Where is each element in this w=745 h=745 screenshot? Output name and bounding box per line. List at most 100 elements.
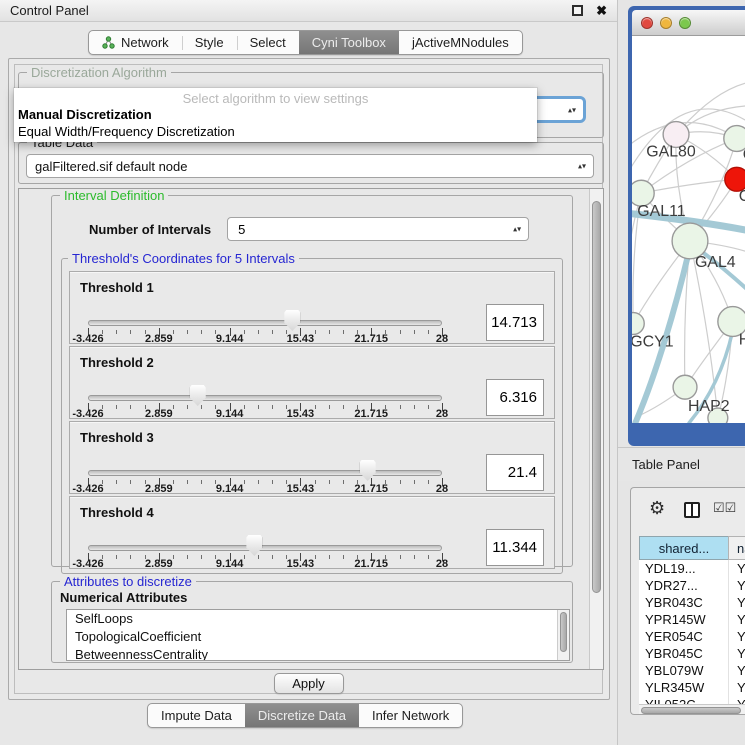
- table-row[interactable]: YIL052CYIL052C: [639, 696, 745, 704]
- column-header-name[interactable]: name: [728, 536, 745, 560]
- cell-shared-name: YDL19...: [639, 560, 728, 577]
- cell-shared-name: YPR145W: [639, 611, 728, 628]
- tab-label: Cyni Toolbox: [312, 35, 386, 50]
- table-row[interactable]: YBL079WYBL079W: [639, 662, 745, 679]
- network-node-gcy1[interactable]: [632, 313, 644, 335]
- threshold-value-field[interactable]: 14.713: [486, 304, 544, 341]
- table-row[interactable]: YDR27...YDR27...: [639, 577, 745, 594]
- threshold-title: Threshold 1: [80, 280, 154, 295]
- control-panel: Control Panel ✖ Network Style Select Cyni T…: [0, 0, 618, 745]
- columns-icon[interactable]: [684, 502, 700, 518]
- cell-name: YBR043C: [728, 594, 745, 611]
- cell-name: YBR045C: [728, 645, 745, 662]
- cell-shared-name: YBR045C: [639, 645, 728, 662]
- network-edge[interactable]: [641, 179, 737, 193]
- table-row[interactable]: YLR345WYLR345W: [639, 679, 745, 696]
- slider-tick-labels: -3.4262.8599.14415.4321.71528: [88, 333, 442, 345]
- slider-track[interactable]: [88, 545, 442, 551]
- number-of-intervals-value: 5: [238, 222, 245, 237]
- algorithm-option-equal-width-frequency-discretization[interactable]: Equal Width/Frequency Discretization: [18, 124, 235, 139]
- stepper-icon: ▴▾: [578, 164, 586, 169]
- table-row[interactable]: YBR043CYBR043C: [639, 594, 745, 611]
- tab-separator: [182, 36, 183, 50]
- attributes-legend: Attributes to discretize: [60, 574, 196, 589]
- tab-impute-data[interactable]: Impute Data: [148, 704, 245, 727]
- table-row[interactable]: YBR045CYBR045C: [639, 645, 745, 662]
- close-icon[interactable]: ✖: [596, 5, 607, 16]
- settings-scrollbar-thumb[interactable]: [592, 201, 601, 593]
- table-data-combobox[interactable]: galFiltered.sif default node ▴▾: [26, 154, 594, 178]
- float-window-icon[interactable]: [572, 5, 583, 16]
- close-traffic-light-icon[interactable]: [641, 17, 653, 29]
- slider-tick-labels: -3.4262.8599.14415.4321.71528: [88, 408, 442, 420]
- network-view[interactable]: GAL80GCGAL11GAL4GCY1HHAP2: [632, 36, 745, 423]
- tab-label: jActiveMNodules: [412, 35, 509, 50]
- tab-discretize-data[interactable]: Discretize Data: [245, 704, 359, 727]
- tab-style[interactable]: Style: [182, 31, 237, 54]
- table-rows: YDL19...YDL19...YDR27...YDR27...YBR043CY…: [639, 560, 745, 704]
- attribute-item-selfloops[interactable]: SelfLoops: [67, 610, 569, 628]
- tab-infer-network[interactable]: Infer Network: [359, 704, 462, 727]
- tab-label: Impute Data: [161, 708, 232, 723]
- tab-jactivemnodules[interactable]: jActiveMNodules: [399, 31, 522, 54]
- threshold-value-field[interactable]: 11.344: [486, 529, 544, 566]
- cell-shared-name: YDR27...: [639, 577, 728, 594]
- numerical-attributes-list: SelfLoopsTopologicalCoefficientBetweenne…: [66, 609, 570, 661]
- numerical-attributes-label: Numerical Attributes: [60, 590, 187, 605]
- table-row[interactable]: YPR145WYPR145W: [639, 611, 745, 628]
- checkbox-icons[interactable]: ☑☑: [713, 500, 736, 516]
- tab-cyni-toolbox[interactable]: Cyni Toolbox: [299, 31, 399, 54]
- table-panel-titlebar: Table Panel: [618, 447, 745, 481]
- table-row[interactable]: YDL19...YDL19...: [639, 560, 745, 577]
- slider-tick-labels: -3.4262.8599.14415.4321.71528: [88, 558, 442, 570]
- attributes-group: Attributes to discretize Numerical Attri…: [51, 581, 573, 663]
- tab-label: Style: [195, 35, 224, 50]
- list-scrollbar-thumb[interactable]: [560, 612, 567, 652]
- column-header-shared[interactable]: shared...: [639, 536, 729, 560]
- table-panel: ⚙ ☑☑ shared... name YDL19...YDL19...YDR2…: [630, 487, 745, 715]
- attribute-item-betweennesscentrality[interactable]: BetweennessCentrality: [67, 646, 569, 661]
- stepper-icon: ▴▾: [568, 107, 576, 112]
- attribute-item-topologicalcoefficient[interactable]: TopologicalCoefficient: [67, 628, 569, 646]
- zoom-traffic-light-icon[interactable]: [679, 17, 691, 29]
- algorithm-hint: Select algorithm to view settings: [14, 91, 537, 106]
- number-of-intervals-combobox[interactable]: 5 ▴▾: [227, 217, 529, 241]
- network-node-label: C: [739, 188, 745, 205]
- minimize-traffic-light-icon[interactable]: [660, 17, 672, 29]
- stepper-icon: ▴▾: [513, 227, 521, 232]
- slider-track[interactable]: [88, 320, 442, 326]
- cell-shared-name: YBR043C: [639, 594, 728, 611]
- table-hscrollbar-thumb[interactable]: [641, 707, 741, 714]
- algorithm-option-manual-discretization[interactable]: Manual Discretization: [18, 107, 152, 122]
- cyni-mode-tabs: Impute Data Discretize Data Infer Network: [147, 703, 463, 728]
- tab-select[interactable]: Select: [237, 31, 299, 54]
- thresholds-legend: Threshold's Coordinates for 5 Intervals: [68, 251, 299, 266]
- tab-label: Infer Network: [372, 708, 449, 723]
- slider-track[interactable]: [88, 470, 442, 476]
- list-scrollbar[interactable]: [557, 610, 569, 660]
- network-node-hap2[interactable]: [673, 375, 697, 399]
- network-node-label: GCY1: [632, 333, 674, 350]
- threshold-value-field[interactable]: 21.4: [486, 454, 544, 491]
- cell-name: YDR27...: [728, 577, 745, 594]
- cell-name: YLR345W: [728, 679, 745, 696]
- network-node-label: H: [739, 331, 745, 348]
- table-row[interactable]: YER054CYER054C: [639, 628, 745, 645]
- slider-track[interactable]: [88, 395, 442, 401]
- settings-scrollbar[interactable]: [589, 189, 603, 669]
- settings-scroll-area: Interval Definition Number of Intervals …: [18, 188, 604, 670]
- tab-label: Select: [250, 35, 286, 50]
- tab-network[interactable]: Network: [89, 31, 182, 54]
- threshold-value-field[interactable]: 6.316: [486, 379, 544, 416]
- tab-label: Network: [121, 35, 169, 50]
- table-data-value: galFiltered.sif default node: [35, 159, 187, 174]
- tab-separator: [237, 36, 238, 50]
- panel-title: Control Panel: [10, 3, 572, 18]
- network-canvas[interactable]: GAL80GCGAL11GAL4GCY1HHAP2: [632, 36, 745, 423]
- number-of-intervals-row: Number of Intervals 5 ▴▾: [89, 217, 572, 241]
- apply-button[interactable]: Apply: [274, 673, 344, 694]
- gear-icon[interactable]: ⚙: [649, 498, 665, 519]
- table-hscrollbar[interactable]: [639, 704, 745, 715]
- cell-name: YIL052C: [728, 696, 745, 704]
- interval-definition-legend: Interval Definition: [60, 188, 168, 203]
